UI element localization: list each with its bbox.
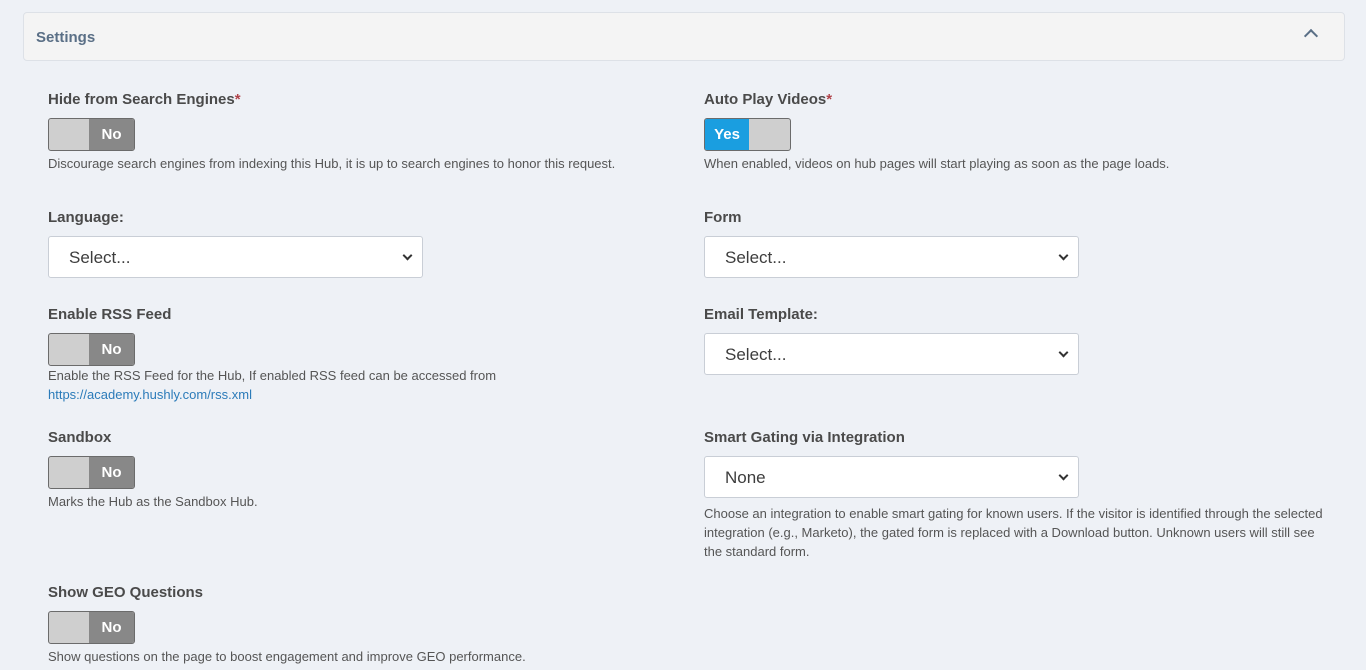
hide-search-help: Discourage search engines from indexing … <box>48 156 616 171</box>
form-label: Form <box>704 209 742 226</box>
geo-toggle-state: No <box>89 612 134 643</box>
chevron-down-icon <box>1058 470 1069 481</box>
smart-gating-select-value: None <box>725 468 766 487</box>
sandbox-help: Marks the Hub as the Sandbox Hub. <box>48 494 258 509</box>
hide-search-label: Hide from Search Engines* <box>48 91 241 108</box>
email-template-select-value: Select... <box>725 345 787 364</box>
geo-toggle[interactable]: No <box>48 611 135 644</box>
auto-play-toggle[interactable]: Yes <box>704 118 791 151</box>
smart-gating-help: Choose an integration to enable smart ga… <box>704 506 1323 559</box>
hide-search-toggle[interactable]: No <box>48 118 135 151</box>
panel-title: Settings <box>36 29 96 46</box>
geo-label: Show GEO Questions <box>48 584 204 601</box>
geo-help: Show questions on the page to boost enga… <box>48 649 526 664</box>
sandbox-toggle-state: No <box>89 457 134 488</box>
rss-help: Enable the RSS Feed for the Hub, If enab… <box>48 366 648 404</box>
hide-search-toggle-state: No <box>89 119 134 150</box>
auto-play-toggle-state: Yes <box>705 119 749 150</box>
form-select-value: Select... <box>725 248 787 267</box>
settings-panel-header[interactable]: Settings <box>23 12 1345 61</box>
rss-label: Enable RSS Feed <box>48 306 172 323</box>
email-template-select[interactable]: Select... <box>704 333 1079 375</box>
language-select-value: Select... <box>69 248 131 267</box>
smart-gating-select[interactable]: None <box>704 456 1079 498</box>
language-select[interactable]: Select... <box>48 236 423 278</box>
chevron-down-icon <box>1058 347 1069 358</box>
chevron-down-icon <box>1058 250 1069 261</box>
rss-help-text: Enable the RSS Feed for the Hub, If enab… <box>48 368 497 383</box>
chevron-up-icon[interactable] <box>1303 28 1319 44</box>
chevron-down-icon <box>402 250 413 261</box>
sandbox-label: Sandbox <box>48 429 112 446</box>
rss-toggle-state: No <box>89 334 134 365</box>
form-select[interactable]: Select... <box>704 236 1079 278</box>
email-template-label: Email Template: <box>704 306 818 323</box>
rss-feed-link[interactable]: https://academy.hushly.com/rss.xml <box>48 387 252 402</box>
auto-play-help: When enabled, videos on hub pages will s… <box>704 156 1170 171</box>
rss-toggle[interactable]: No <box>48 333 135 366</box>
language-label: Language: <box>48 209 124 226</box>
hide-search-field: Hide from Search Engines* <box>48 91 241 108</box>
auto-play-label: Auto Play Videos* <box>704 91 833 108</box>
smart-gating-label: Smart Gating via Integration <box>704 429 905 446</box>
auto-play-field: Auto Play Videos* <box>704 91 832 108</box>
sandbox-toggle[interactable]: No <box>48 456 135 489</box>
